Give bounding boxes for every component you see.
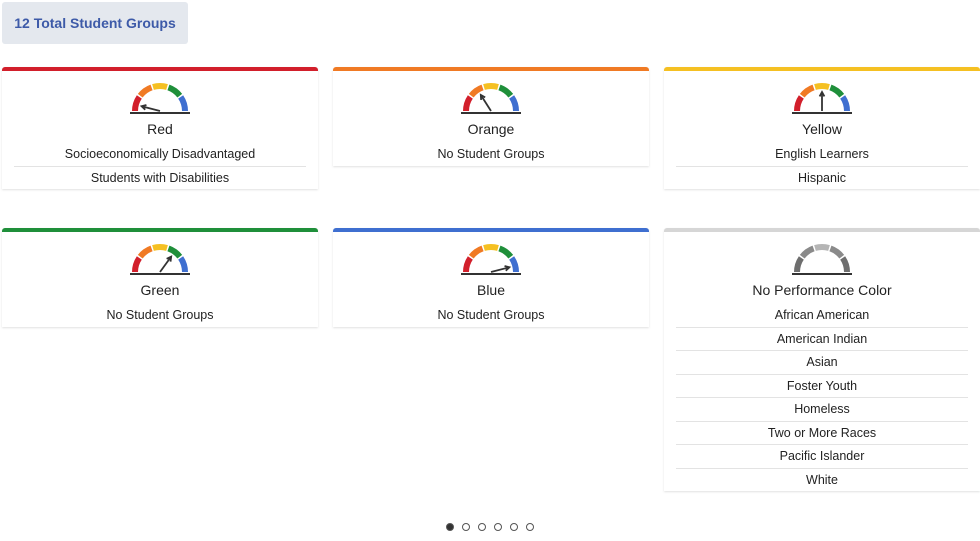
card-green: Green No Student Groups: [2, 228, 318, 327]
student-group-list: African American American Indian Asian Fost…: [664, 298, 980, 491]
card-title: Yellow: [802, 121, 842, 137]
gauge-segment: [167, 84, 183, 98]
gauge-segment: [498, 245, 514, 259]
student-group-list: Socioeconomically Disadvantaged Students …: [2, 137, 318, 189]
gauge-segment: [829, 84, 845, 98]
student-group-item: English Learners: [676, 143, 968, 167]
card-blue: Blue No Student Groups: [333, 228, 649, 327]
gauge-segment: [794, 256, 804, 273]
gauge-segment: [814, 83, 830, 90]
gauge-segment: [509, 95, 519, 112]
performance-gauge-icon: [792, 244, 852, 275]
gauge-segment: [463, 95, 473, 112]
gauge-segment: [137, 245, 153, 259]
gauge-needle: [480, 94, 492, 112]
student-group-item: African American: [676, 304, 968, 328]
student-group-item: Homeless: [676, 398, 968, 422]
student-group-item: Asian: [676, 351, 968, 375]
student-group-item: Pacific Islander: [676, 445, 968, 469]
gauge-segment: [509, 256, 519, 273]
card-title: Blue: [476, 282, 506, 298]
gauge-segment: [468, 245, 484, 259]
pagination-dot-2[interactable]: [462, 523, 470, 531]
gauge-segment: [799, 245, 815, 259]
performance-gauge-icon: [130, 83, 190, 114]
student-group-list: No Student Groups: [333, 298, 649, 327]
student-group-list: No Student Groups: [2, 298, 318, 327]
card-title: Green: [140, 282, 180, 298]
gauge-segment: [829, 245, 845, 259]
student-group-list: No Student Groups: [333, 137, 649, 166]
performance-gauge-icon: [461, 83, 521, 114]
card-header: Green: [2, 232, 318, 298]
student-group-item: No Student Groups: [106, 308, 214, 322]
student-group-item: Socioeconomically Disadvantaged: [14, 143, 306, 167]
gauge-segment: [132, 95, 142, 112]
gauge-segment: [463, 256, 473, 273]
gauge-segment: [167, 245, 183, 259]
student-group-item: Hispanic: [798, 170, 846, 185]
gauge-segment: [840, 95, 850, 112]
gauge-segment: [483, 244, 499, 251]
card-header: No Performance Color: [664, 232, 980, 298]
student-group-item: Students with Disabilities: [90, 170, 230, 185]
gauge-segment: [794, 95, 804, 112]
student-group-item: American Indian: [676, 328, 968, 351]
student-group-item: White: [806, 472, 838, 487]
gauge-segment: [178, 256, 188, 273]
card-yellow: Yellow English Learners Hispanic: [664, 67, 980, 189]
total-student-groups-badge: 12 Total Student Groups: [2, 2, 188, 44]
performance-gauge-icon: [792, 83, 852, 114]
card-header: Orange: [333, 71, 649, 137]
gauge-segment: [137, 84, 153, 98]
card-orange: Orange No Student Groups: [333, 67, 649, 166]
pagination-dot-4[interactable]: [494, 523, 502, 531]
gauge-needle: [159, 256, 172, 273]
card-none: No Performance Color African American Amer…: [664, 228, 980, 491]
card-header: Yellow: [664, 71, 980, 137]
gauge-segment: [152, 83, 168, 90]
performance-gauge-icon: [461, 244, 521, 275]
pagination-dot-5[interactable]: [510, 523, 518, 531]
gauge-segment: [132, 256, 142, 273]
gauge-segment: [799, 84, 815, 98]
pagination-dot-1[interactable]: [446, 523, 454, 531]
gauge-segment: [840, 256, 850, 273]
card-header: Blue: [333, 232, 649, 298]
gauge-segment: [814, 244, 830, 251]
student-group-list: English Learners Hispanic: [664, 137, 980, 189]
card-title: No Performance Color: [752, 282, 892, 298]
card-title: Red: [147, 121, 173, 137]
pagination-dot-6[interactable]: [526, 523, 534, 531]
student-group-item: No Student Groups: [437, 147, 545, 161]
card-header: Red: [2, 71, 318, 137]
student-group-item: Foster Youth: [676, 375, 968, 398]
pagination-dot-3[interactable]: [478, 523, 486, 531]
gauge-segment: [178, 95, 188, 112]
card-title: Orange: [467, 121, 515, 137]
carousel-pagination: [0, 523, 980, 531]
gauge-segment: [152, 244, 168, 251]
performance-gauge-icon: [130, 244, 190, 275]
gauge-segment: [498, 84, 514, 98]
card-red: Red Socioeconomically Disadvantaged Studen…: [2, 67, 318, 189]
student-group-item: No Student Groups: [437, 308, 545, 322]
student-group-item: Two or More Races: [676, 422, 968, 445]
gauge-segment: [483, 83, 499, 90]
